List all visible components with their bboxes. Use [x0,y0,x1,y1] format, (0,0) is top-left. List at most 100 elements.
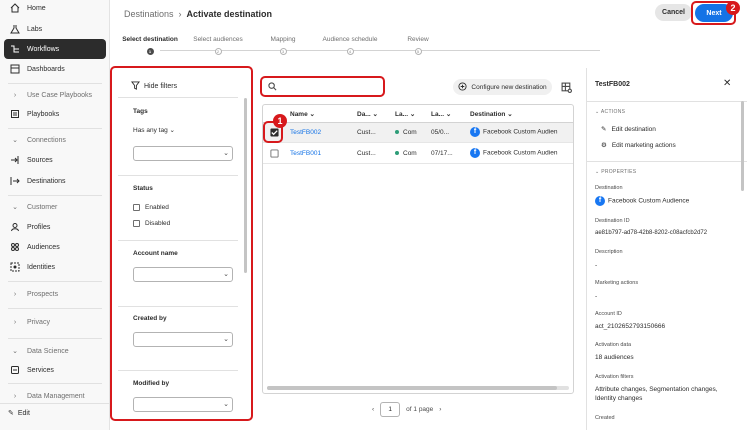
page-number-input[interactable]: 1 [380,402,401,417]
nav-label: Services [27,366,54,374]
nav-profiles[interactable]: Profiles [0,217,110,237]
scrollbar-thumb[interactable] [267,386,557,390]
annotation-badge-2: 2 [726,1,740,15]
nav-prospects[interactable]: › Prospects [0,284,110,304]
cancel-button[interactable]: Cancel [655,4,692,21]
column-header-data-type[interactable]: Da... ⌄ [357,110,378,118]
pagination: ‹ 1 of 1 page › [372,402,441,417]
nav-label: Data Management [27,392,85,400]
detail-scrollbar[interactable] [741,101,744,191]
hide-filters-button[interactable]: Hide filters [131,81,177,92]
chevron-right-icon: › [13,392,17,400]
checkbox-box[interactable] [133,204,140,211]
pencil-icon: ✎ [601,126,607,133]
column-header-name[interactable]: Name ⌄ [290,110,315,118]
row-data-type: Cust... [357,150,376,157]
filters-scrollbar[interactable] [244,98,247,273]
row-destination: f Facebook Custom Audien [470,127,560,137]
chevron-down-icon: ⌄ [309,111,315,118]
edit-destination-button[interactable]: ✎ Edit destination [601,125,656,134]
actions-section-header[interactable]: ⌄ ACTIONS [595,109,625,115]
destination-value: f Facebook Custom Audience [595,196,735,206]
table-row[interactable]: TestFB002 Cust... Com 05/0... f Facebook … [263,123,573,143]
workflow-icon [8,42,22,56]
nav-destinations[interactable]: Destinations [0,171,110,191]
column-label: Destination [470,111,506,118]
nav-customer[interactable]: ⌄ Customer [0,197,110,217]
disabled-checkbox[interactable]: Disabled [133,220,170,227]
chevron-right-icon: › [13,318,17,326]
table-horizontal-scrollbar[interactable] [267,386,569,390]
edit-marketing-label: Edit marketing actions [611,141,676,149]
chevron-down-icon: ⌄ [223,336,229,343]
edit-marketing-actions-button[interactable]: ⚙ Edit marketing actions [601,141,676,150]
account-name-heading: Account name [133,250,178,257]
nav-label: Destinations [27,177,66,185]
step-dot: 4 [346,48,354,55]
row-checkbox[interactable] [270,149,279,160]
modified-by-select[interactable]: ⌄ [133,397,233,412]
properties-section-header[interactable]: ⌄ PROPERTIES [595,169,636,175]
row-status: Com [395,150,417,157]
tags-mode-dropdown[interactable]: Has any tag ⌄ [133,126,175,134]
account-name-select[interactable]: ⌄ [133,267,233,282]
checkbox-box[interactable] [133,220,140,227]
chevron-down-icon: ⌄ [223,401,229,408]
annotation-badge-1: 1 [273,114,287,128]
nav-connections[interactable]: ⌄ Connections [0,130,110,150]
nav-services[interactable]: Services [0,360,110,380]
nav-divider [8,308,102,309]
nav-labs[interactable]: Labs [0,19,110,39]
facebook-icon: f [595,196,605,206]
step-dot: 1 [146,48,154,55]
step-review[interactable]: Review 5 [378,36,458,55]
nav-sources[interactable]: Sources [0,150,110,170]
chevron-down-icon: ⌄ [223,150,229,157]
nav-use-case-playbooks[interactable]: › Use Case Playbooks [0,85,110,105]
nav-label: Home [27,4,46,12]
column-header-last-status[interactable]: La... ⌄ [395,110,415,118]
breadcrumb-destinations[interactable]: Destinations [124,9,174,19]
row-name-link[interactable]: TestFB002 [290,129,321,136]
created-by-select[interactable]: ⌄ [133,332,233,347]
column-settings-icon[interactable] [560,80,572,94]
nav-label: Dashboards [27,65,65,73]
chevron-right-icon: › [13,290,17,298]
breadcrumb: Destinations › Activate destination [124,9,272,19]
nav-data-science[interactable]: ⌄ Data Science [0,341,110,361]
nav-audiences[interactable]: Audiences [0,237,110,257]
nav-dashboards[interactable]: Dashboards [0,59,110,79]
activation-filters-value: Attribute changes, Segmentation changes,… [595,386,718,402]
nav-playbooks[interactable]: Playbooks [0,104,110,124]
table-row[interactable]: TestFB001 Cust... Com 07/17... f Facebook… [263,144,573,164]
tags-select[interactable]: ⌄ [133,146,233,161]
pencil-icon: ✎ [8,410,14,417]
status-dot-icon [395,130,399,135]
row-status: Com [395,129,417,136]
nav-home[interactable]: Home [0,0,110,18]
enabled-checkbox[interactable]: Enabled [133,204,169,211]
nav-divider [8,128,102,129]
prev-page-icon[interactable]: ‹ [372,406,374,413]
edit-nav-button[interactable]: ✎ Edit [8,409,30,418]
filter-divider [118,306,238,307]
row-destination: f Facebook Custom Audien [470,148,560,158]
breadcrumb-separator: › [178,9,182,19]
close-icon[interactable]: ✕ [723,78,731,89]
nav-divider [8,338,102,339]
nav-identities[interactable]: Identities [0,257,110,277]
nav-label: Workflows [27,45,60,53]
configure-new-destination-button[interactable]: Configure new destination [453,79,552,95]
nav-privacy[interactable]: › Privacy [0,312,110,332]
next-page-icon[interactable]: › [439,406,441,413]
filter-divider [118,240,238,241]
account-id-label: Account ID [595,311,622,317]
services-icon [8,363,22,377]
search-input[interactable] [262,78,382,95]
row-checkbox-checked[interactable] [270,128,279,139]
column-header-last-modified[interactable]: La... ⌄ [431,110,451,118]
nav-workflows[interactable]: Workflows [4,39,106,59]
marketing-actions-value: - [595,293,598,300]
row-name-link[interactable]: TestFB001 [290,150,321,157]
column-header-destination[interactable]: Destination ⌄ [470,110,513,118]
